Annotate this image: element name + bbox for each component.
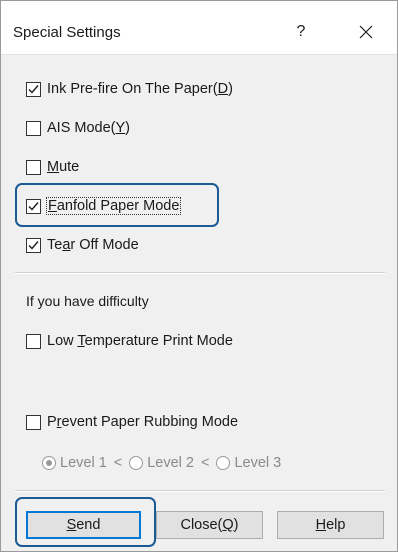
prevent-paper-rubbing-label: Prevent Paper Rubbing Mode bbox=[47, 414, 239, 430]
send-label: Send bbox=[66, 517, 101, 533]
checkmark-icon bbox=[28, 84, 39, 94]
low-temperature-checkbox[interactable]: Low Temperature Print Mode bbox=[26, 333, 233, 349]
close-window-button[interactable] bbox=[349, 20, 383, 44]
checkbox-box[interactable] bbox=[26, 159, 41, 175]
checkbox-box[interactable] bbox=[26, 198, 41, 214]
checkmark-icon bbox=[28, 201, 39, 211]
prevent-paper-rubbing-checkbox[interactable]: Prevent Paper Rubbing Mode bbox=[26, 414, 238, 430]
checkmark-icon bbox=[28, 240, 39, 250]
title-bar: Special Settings ? bbox=[1, 1, 397, 55]
ais-mode-checkbox[interactable]: AIS Mode(Y) bbox=[26, 120, 130, 136]
checkbox-box[interactable] bbox=[26, 333, 41, 349]
window-title: Special Settings bbox=[13, 24, 121, 41]
checkbox-box[interactable] bbox=[26, 414, 41, 430]
less-than-symbol: < bbox=[201, 455, 210, 471]
separator bbox=[15, 272, 385, 274]
mute-checkbox[interactable]: Mute bbox=[26, 159, 79, 175]
close-button[interactable]: Close(Q) bbox=[156, 511, 263, 539]
level-3-radio[interactable] bbox=[216, 456, 231, 470]
separator bbox=[15, 490, 385, 492]
checkbox-box[interactable] bbox=[26, 237, 41, 253]
special-settings-dialog: Special Settings ? Ink Pre-fire On The P… bbox=[0, 0, 398, 552]
help-label: Help bbox=[315, 517, 346, 533]
ink-prefire-label: Ink Pre-fire On The Paper(D) bbox=[47, 81, 233, 97]
difficulty-heading: If you have difficulty bbox=[26, 293, 149, 309]
low-temperature-label: Low Temperature Print Mode bbox=[47, 333, 233, 349]
ink-prefire-checkbox[interactable]: Ink Pre-fire On The Paper(D) bbox=[26, 81, 233, 97]
tear-off-mode-label: Tear Off Mode bbox=[47, 237, 139, 253]
level-2-radio[interactable] bbox=[129, 456, 144, 470]
level-2-label: Level 2 bbox=[147, 455, 194, 471]
less-than-symbol: < bbox=[113, 455, 123, 471]
fanfold-paper-mode-label: Fanfold Paper Mode bbox=[45, 197, 182, 215]
level-1-label: Level 1 bbox=[60, 455, 107, 471]
checkbox-box[interactable] bbox=[26, 81, 41, 97]
mute-label: Mute bbox=[47, 159, 80, 175]
send-button[interactable]: Send bbox=[26, 511, 141, 539]
fanfold-paper-mode-checkbox[interactable]: Fanfold Paper Mode bbox=[26, 197, 182, 215]
level-radio-group: Level 1 < Level 2 < Level 3 bbox=[42, 455, 281, 471]
close-icon bbox=[359, 25, 373, 39]
tear-off-mode-checkbox[interactable]: Tear Off Mode bbox=[26, 237, 139, 253]
help-button[interactable]: Help bbox=[277, 511, 384, 539]
help-title-button[interactable]: ? bbox=[284, 20, 318, 44]
checkbox-box[interactable] bbox=[26, 120, 41, 136]
ais-mode-label: AIS Mode(Y) bbox=[47, 120, 131, 136]
level-3-label: Level 3 bbox=[234, 455, 282, 471]
level-1-radio[interactable] bbox=[42, 456, 56, 470]
close-label: Close(Q) bbox=[180, 517, 239, 533]
